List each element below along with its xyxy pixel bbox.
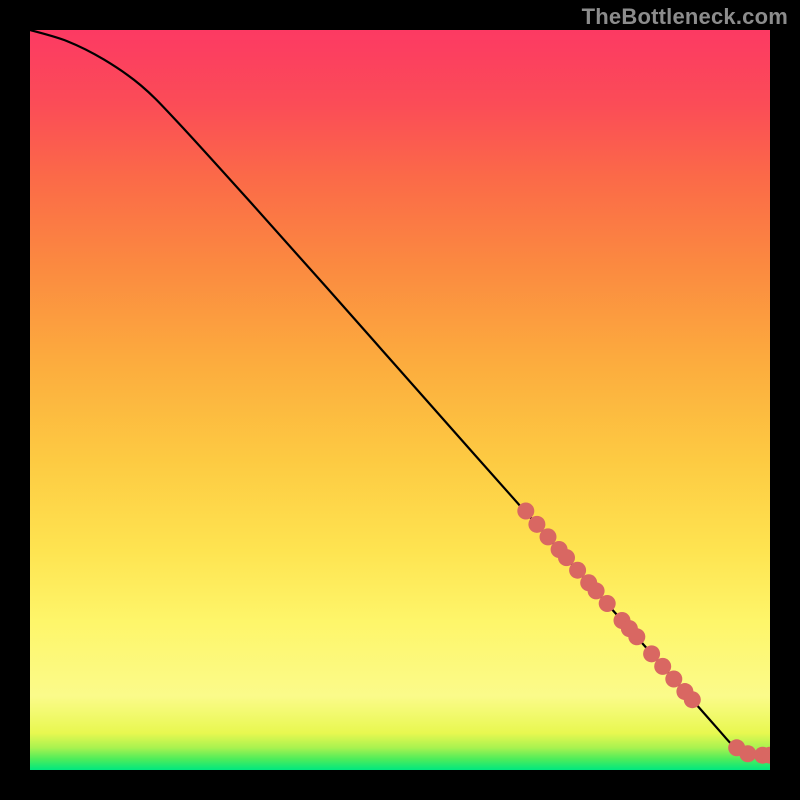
chart-stage: TheBottleneck.com	[0, 0, 800, 800]
hotspot-dot	[739, 745, 756, 762]
hotspot-dot	[628, 628, 645, 645]
hotspot-dot	[517, 503, 534, 520]
watermark-text: TheBottleneck.com	[582, 4, 788, 30]
hotspot-dot	[684, 691, 701, 708]
main-curve	[30, 30, 770, 756]
chart-svg	[30, 30, 770, 770]
plot-area	[30, 30, 770, 770]
hotspot-dot	[599, 595, 616, 612]
hotspot-dots	[517, 503, 770, 764]
